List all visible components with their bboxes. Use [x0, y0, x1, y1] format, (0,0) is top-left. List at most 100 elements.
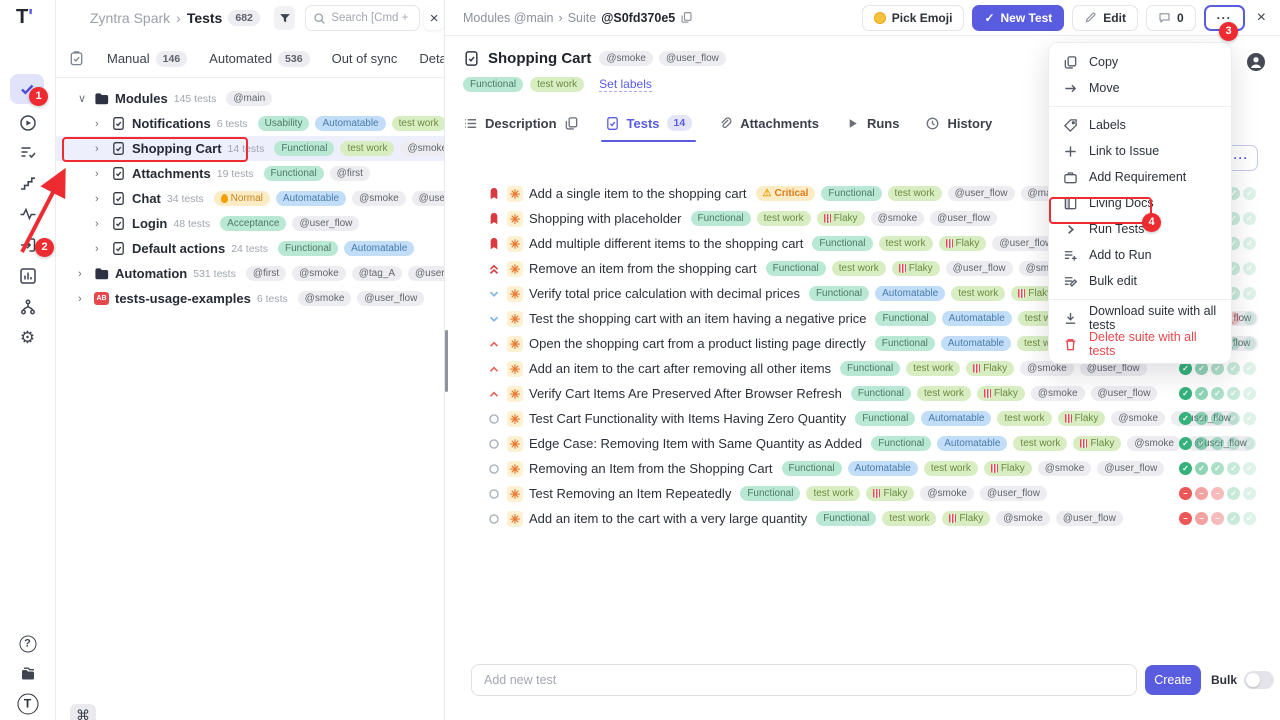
test-row[interactable]: Edge Case: Removing Item with Same Quant… — [445, 431, 1280, 456]
status-failed-icon: – — [1195, 487, 1208, 500]
priority-up-icon — [487, 337, 501, 351]
avatar[interactable] — [1246, 52, 1266, 72]
burst-emoji-icon — [507, 511, 523, 527]
chevron-icon[interactable]: › — [78, 268, 88, 280]
help-icon[interactable]: ? — [19, 636, 36, 653]
close-button[interactable]: × — [1253, 9, 1270, 27]
brand-circle-icon[interactable]: T — [17, 694, 38, 715]
menu-item-living-docs[interactable]: Living Docs — [1049, 190, 1231, 216]
create-button[interactable]: Create — [1145, 665, 1201, 695]
chevron-icon[interactable]: › — [95, 118, 105, 130]
test-row[interactable]: Removing an Item from the Shopping CartF… — [445, 456, 1280, 481]
suite-name: Attachments — [132, 166, 211, 181]
test-title[interactable]: Open the shopping cart from a product li… — [529, 336, 866, 351]
add-test-input[interactable] — [471, 664, 1137, 696]
test-title[interactable]: Test the shopping cart with an item havi… — [529, 311, 866, 326]
test-title[interactable]: Remove an item from the shopping cart — [529, 261, 757, 276]
menu-item-download-suite-with-all-tests[interactable]: Download suite with all tests — [1049, 305, 1231, 331]
test-row[interactable]: Verify Cart Items Are Preserved After Br… — [445, 381, 1280, 406]
chevron-icon[interactable]: › — [95, 243, 105, 255]
search-box[interactable] — [305, 5, 420, 31]
menu-item-move[interactable]: Move — [1049, 75, 1231, 101]
menu-item-bulk-edit[interactable]: Bulk edit — [1049, 268, 1231, 294]
test-title[interactable]: Add an item to the cart after removing a… — [529, 361, 831, 376]
popcorn-icon — [973, 364, 980, 373]
breadcrumb-project[interactable]: Zyntra Spark — [90, 10, 170, 26]
tab-description[interactable]: Description — [463, 110, 579, 136]
sidebar-item-requirements[interactable] — [19, 236, 37, 254]
sidebar-item-tests[interactable] — [10, 74, 44, 104]
test-title[interactable]: Add an item to the cart with a very larg… — [529, 511, 807, 526]
test-title[interactable]: Shopping with placeholder — [529, 211, 682, 226]
status-failed-icon: – — [1179, 512, 1192, 525]
filter-tab-out-of-sync[interactable]: Out of sync — [332, 51, 398, 67]
chevron-icon[interactable]: › — [95, 218, 105, 230]
filter-tab-automated[interactable]: Automated536 — [209, 51, 309, 67]
menu-item-delete-suite-with-all-tests[interactable]: Delete suite with all tests — [1049, 331, 1231, 357]
test-title[interactable]: Verify Cart Items Are Preserved After Br… — [529, 386, 842, 401]
tree-row-chat[interactable]: ›Chat34 testsNormalAutomatable@smoke@use… — [56, 186, 444, 211]
chevron-icon[interactable]: ∨ — [78, 92, 88, 105]
test-title[interactable]: Test Removing an Item Repeatedly — [529, 486, 731, 501]
tree-row-login[interactable]: ›Login48 testsAcceptance@user_flow — [56, 211, 444, 236]
sidebar-item-runs[interactable] — [19, 114, 37, 132]
menu-item-copy[interactable]: Copy — [1049, 49, 1231, 75]
priority-dblup-icon — [487, 262, 501, 276]
sidebar-item-plans[interactable] — [19, 143, 37, 161]
filter-tab-manual[interactable]: Manual146 — [107, 51, 187, 67]
tab-runs[interactable]: Runs — [845, 110, 900, 136]
search-input[interactable] — [331, 12, 412, 24]
test-row[interactable]: Add an item to the cart with a very larg… — [445, 506, 1280, 531]
panel-close-button[interactable]: × — [424, 6, 444, 30]
tab-history[interactable]: History — [925, 110, 992, 136]
filter-button[interactable] — [274, 6, 295, 30]
menu-item-add-requirement[interactable]: Add Requirement — [1049, 164, 1231, 190]
settings-gear-icon[interactable]: ⚙ — [19, 328, 37, 346]
projects-folder-icon[interactable] — [19, 665, 37, 683]
set-labels-link[interactable]: Set labels — [599, 77, 652, 92]
test-row[interactable]: Test Removing an Item RepeatedlyFunction… — [445, 481, 1280, 506]
tree-row-modules[interactable]: ∨Modules145 tests@main — [56, 86, 444, 111]
scrollbar-thumb[interactable] — [445, 330, 448, 392]
sidebar-item-reports[interactable] — [19, 267, 37, 285]
tab-attachments[interactable]: Attachments — [718, 110, 819, 136]
new-test-button[interactable]: ✓ New Test — [972, 5, 1064, 31]
test-title[interactable]: Removing an Item from the Shopping Cart — [529, 461, 773, 476]
chevron-icon[interactable]: › — [95, 168, 105, 180]
label-badge: Normal — [214, 191, 270, 206]
test-title[interactable]: Test Cart Functionality with Items Havin… — [529, 411, 846, 426]
test-title[interactable]: Edge Case: Removing Item with Same Quant… — [529, 436, 862, 451]
menu-item-labels[interactable]: Labels — [1049, 112, 1231, 138]
sidebar-item-branches[interactable] — [19, 298, 37, 316]
edit-button[interactable]: Edit — [1072, 5, 1138, 31]
suite-breadcrumb-parent[interactable]: Modules @main — [463, 11, 554, 25]
copy-icon[interactable] — [680, 11, 693, 24]
menu-item-add-to-run[interactable]: Add to Run — [1049, 242, 1231, 268]
chevron-icon[interactable]: › — [95, 193, 105, 205]
suite-test-count: 6 tests — [257, 293, 288, 305]
test-title[interactable]: Add a single item to the shopping cart — [529, 186, 747, 201]
test-title[interactable]: Verify total price calculation with deci… — [529, 286, 800, 301]
pick-emoji-button[interactable]: Pick Emoji — [862, 5, 965, 31]
test-row[interactable]: Test Cart Functionality with Items Havin… — [445, 406, 1280, 431]
more-actions-button[interactable]: ··· — [1204, 5, 1245, 31]
bulk-toggle[interactable] — [1244, 671, 1274, 689]
sidebar-item-milestones[interactable] — [19, 174, 37, 192]
tree-row-notifications[interactable]: ›Notifications6 testsUsabilityAutomatabl… — [56, 111, 444, 136]
tree-row-shopping-cart[interactable]: ›Shopping Cart14 testsFunctionaltest wor… — [56, 136, 444, 161]
copy-icon[interactable] — [564, 116, 579, 131]
menu-item-link-to-issue[interactable]: Link to Issue — [1049, 138, 1231, 164]
test-title[interactable]: Add multiple different items to the shop… — [529, 236, 803, 251]
tree-row-tests-usage-examples[interactable]: ›ABtests-usage-examples6 tests@smoke@use… — [56, 286, 444, 311]
chevron-icon[interactable]: › — [78, 293, 88, 305]
chevron-icon[interactable]: › — [95, 143, 105, 155]
tree-row-default-actions[interactable]: ›Default actions24 testsFunctionalAutoma… — [56, 236, 444, 261]
tab-tests[interactable]: Tests14 — [605, 110, 693, 136]
breadcrumb-section[interactable]: Tests — [187, 10, 223, 26]
filter-tab-detached[interactable]: Detached — [419, 51, 444, 67]
tree-row-automation[interactable]: ›Automation531 tests@first@smoke@tag_A@u… — [56, 261, 444, 286]
tree-row-attachments[interactable]: ›Attachments19 testsFunctional@first — [56, 161, 444, 186]
comments-button[interactable]: 0 — [1146, 5, 1196, 31]
sidebar-item-activity[interactable] — [19, 205, 37, 223]
menu-item-run-tests[interactable]: Run Tests — [1049, 216, 1231, 242]
